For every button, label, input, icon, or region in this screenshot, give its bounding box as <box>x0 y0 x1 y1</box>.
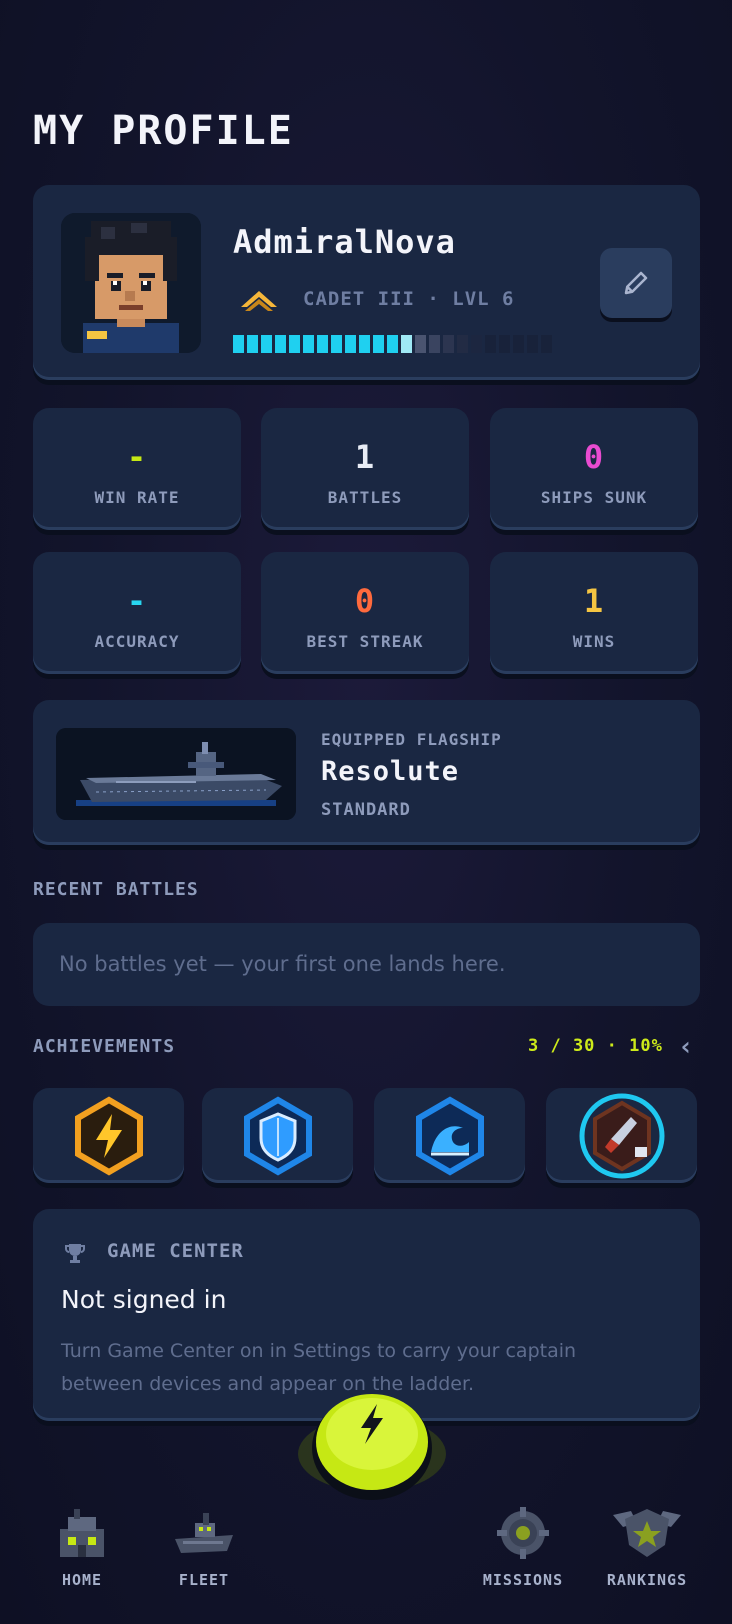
quick-battle-button[interactable] <box>297 1378 447 1500</box>
stat-accuracy: - ACCURACY <box>33 552 241 674</box>
xp-segment <box>429 335 440 353</box>
stat-best-streak: 0 BEST STREAK <box>261 552 469 674</box>
achievement-badge[interactable] <box>33 1088 184 1183</box>
stat-ships-sunk: 0 SHIPS SUNK <box>490 408 698 530</box>
xp-segment <box>345 335 356 353</box>
stat-value: - <box>126 438 148 476</box>
stat-value: 1 <box>583 582 605 620</box>
xp-progress-bar <box>233 335 552 353</box>
shield-badge-icon <box>243 1096 312 1175</box>
nav-label: MISSIONS <box>482 1571 564 1589</box>
recent-battles-heading: RECENT BATTLES <box>33 879 199 900</box>
stat-wins: 1 WINS <box>490 552 698 674</box>
pencil-icon <box>624 271 648 295</box>
flagship-name: Resolute <box>321 756 460 787</box>
rank-chevron-icon <box>239 285 279 315</box>
missions-icon <box>497 1507 549 1559</box>
flagship-tier: STANDARD <box>321 800 411 820</box>
rankings-icon <box>613 1509 681 1557</box>
rocket-badge-icon <box>579 1093 664 1178</box>
xp-segment <box>303 335 314 353</box>
xp-segment <box>541 335 552 353</box>
xp-segment <box>289 335 300 353</box>
flagship-caption: EQUIPPED FLAGSHIP <box>321 730 502 749</box>
stat-label: SHIPS SUNK <box>540 488 648 507</box>
fleet-icon <box>175 1513 233 1553</box>
xp-segment <box>387 335 398 353</box>
xp-segment <box>359 335 370 353</box>
xp-segment <box>233 335 244 353</box>
flagship-image <box>56 728 296 820</box>
xp-segment <box>373 335 384 353</box>
lightning-badge-icon <box>74 1096 143 1175</box>
stat-value: 0 <box>354 582 376 620</box>
xp-segment <box>331 335 342 353</box>
xp-segment <box>261 335 272 353</box>
nav-label: HOME <box>61 1571 103 1589</box>
nav-label: RANKINGS <box>606 1571 688 1589</box>
chevron-left-icon[interactable]: ‹ <box>678 1032 695 1062</box>
xp-segment <box>317 335 328 353</box>
stat-value: 0 <box>583 438 605 476</box>
edit-profile-button[interactable] <box>600 248 672 318</box>
game-center-status: Not signed in <box>61 1285 227 1314</box>
xp-segment <box>527 335 538 353</box>
recent-battles-empty-text: No battles yet — your first one lands he… <box>59 952 506 976</box>
xp-segment <box>471 335 482 353</box>
achievement-badge[interactable] <box>546 1088 697 1183</box>
nav-label: FLEET <box>178 1571 230 1589</box>
stat-label: BATTLES <box>327 488 403 507</box>
xp-segment <box>513 335 524 353</box>
achievement-badge[interactable] <box>374 1088 525 1183</box>
nav-rankings[interactable]: RANKINGS <box>592 1505 702 1589</box>
nav-missions[interactable]: MISSIONS <box>468 1505 578 1589</box>
achievement-badge[interactable] <box>202 1088 353 1183</box>
stat-label: BEST STREAK <box>306 632 424 651</box>
nav-fleet[interactable]: FLEET <box>149 1505 259 1589</box>
stat-battles: 1 BATTLES <box>261 408 469 530</box>
achievements-heading: ACHIEVEMENTS <box>33 1036 176 1057</box>
xp-segment <box>499 335 510 353</box>
stat-label: WINS <box>572 632 616 651</box>
xp-segment <box>401 335 412 353</box>
username: AdmiralNova <box>233 223 456 261</box>
nav-home[interactable]: HOME <box>27 1505 137 1589</box>
avatar[interactable] <box>61 213 201 353</box>
stat-value: 1 <box>354 438 376 476</box>
trophy-icon <box>65 1244 85 1263</box>
rank-level: CADET III · LVL 6 <box>303 288 515 310</box>
stat-label: WIN RATE <box>94 488 180 507</box>
xp-segment <box>485 335 496 353</box>
xp-segment <box>457 335 468 353</box>
stat-label: ACCURACY <box>94 632 180 651</box>
xp-segment <box>415 335 426 353</box>
profile-card: AdmiralNova CADET III · LVL 6 <box>33 185 700 380</box>
stat-win-rate: - WIN RATE <box>33 408 241 530</box>
xp-segment <box>275 335 286 353</box>
achievements-progress: 3 / 30 · 10% <box>528 1036 663 1056</box>
flagship-card[interactable]: EQUIPPED FLAGSHIP Resolute STANDARD <box>33 700 700 845</box>
xp-segment <box>247 335 258 353</box>
stat-value: - <box>126 582 148 620</box>
game-center-title: GAME CENTER <box>107 1240 244 1262</box>
page-title: MY PROFILE <box>33 108 294 154</box>
recent-battles-empty-state: No battles yet — your first one lands he… <box>33 923 700 1006</box>
wave-badge-icon <box>415 1096 484 1175</box>
xp-segment <box>443 335 454 353</box>
home-icon <box>60 1509 104 1557</box>
